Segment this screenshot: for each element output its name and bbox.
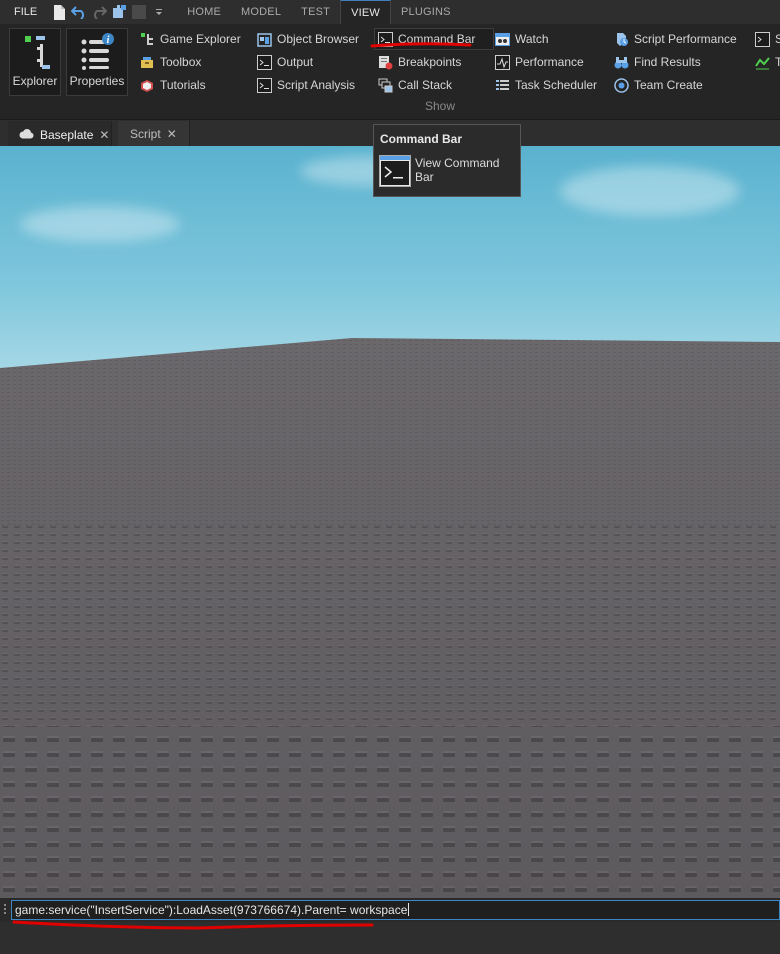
tab-model[interactable]: MODEL [231, 0, 291, 24]
command-bar-tooltip: Command Bar View Command Bar [373, 124, 521, 197]
text-caret [408, 903, 410, 916]
binoculars-icon [613, 54, 629, 70]
breakpoints-label: Breakpoints [398, 55, 462, 69]
explorer-label: Explorer [12, 74, 58, 88]
watch-label: Watch [515, 32, 549, 46]
svg-text:i: i [107, 35, 110, 46]
graph-line-icon [754, 54, 770, 70]
game-explorer-button[interactable]: Game Explorer [139, 29, 241, 49]
close-tab-icon[interactable]: ✕ [99, 128, 109, 142]
ribbon-group-label: Show [425, 99, 456, 113]
tab-test[interactable]: TEST [291, 0, 340, 24]
menu-bar: FILE HOME MODEL TEST VIEW PLUGINS [0, 0, 780, 24]
clipped-ribbon-button-1[interactable]: S [754, 29, 780, 49]
command-text: game:service("InsertService"):LoadAsset(… [15, 903, 408, 917]
toolbox-icon [139, 54, 155, 70]
clipped-ribbon-label-2: T [775, 55, 780, 69]
command-bar-input[interactable]: game:service("InsertService"):LoadAsset(… [11, 900, 780, 920]
script-performance-label: Script Performance [634, 32, 737, 46]
object-browser-label: Object Browser [277, 32, 360, 46]
3d-viewport[interactable] [0, 146, 780, 898]
drag-grip-icon[interactable] [4, 904, 7, 916]
tab-script[interactable]: Script ✕ [118, 121, 190, 146]
team-create-button[interactable]: Team Create [613, 75, 703, 95]
script-analysis-icon [256, 77, 272, 93]
stop-icon[interactable] [131, 4, 147, 20]
performance-button[interactable]: Performance [494, 52, 584, 72]
tab-plugins[interactable]: PLUGINS [391, 0, 461, 24]
clipped-ribbon-button-2[interactable]: T [754, 52, 780, 72]
find-results-label: Find Results [634, 55, 701, 69]
clipped-ribbon-label-1: S [775, 32, 780, 46]
command-bar-large-icon [379, 155, 411, 187]
command-bar-button[interactable]: Command Bar [374, 28, 495, 50]
performance-label: Performance [515, 55, 584, 69]
output-terminal-icon [256, 54, 272, 70]
tooltip-title: Command Bar [380, 132, 463, 146]
new-file-icon[interactable] [51, 4, 67, 20]
game-explorer-icon [139, 31, 155, 47]
tab-script-label: Script [130, 126, 161, 141]
properties-button[interactable]: i Properties [66, 28, 128, 96]
script-icon [754, 31, 770, 47]
breakpoints-button[interactable]: Breakpoints [377, 52, 461, 72]
close-tab-icon[interactable]: ✕ [167, 127, 177, 141]
command-bar-label: Command Bar [398, 32, 476, 46]
object-browser-button[interactable]: Object Browser [256, 29, 359, 49]
explorer-icon [16, 33, 54, 71]
toolbox-label: Toolbox [160, 55, 202, 69]
quick-access-toolbar [51, 4, 167, 20]
toolbox-button[interactable]: Toolbox [139, 52, 201, 72]
watch-icon [494, 31, 510, 47]
undo-icon[interactable] [71, 4, 87, 20]
task-scheduler-icon [494, 77, 510, 93]
call-stack-icon [377, 77, 393, 93]
call-stack-button[interactable]: Call Stack [377, 75, 452, 95]
file-menu[interactable]: FILE [0, 0, 51, 24]
breakpoints-icon [377, 54, 393, 70]
team-create-icon [613, 77, 629, 93]
command-bar-icon [377, 31, 393, 47]
properties-label: Properties [69, 74, 125, 88]
call-stack-label: Call Stack [398, 78, 453, 92]
team-create-label: Team Create [634, 78, 703, 92]
watch-button[interactable]: Watch [494, 29, 549, 49]
tutorials-label: Tutorials [160, 78, 206, 92]
find-results-button[interactable]: Find Results [613, 52, 701, 72]
explorer-button[interactable]: Explorer [9, 28, 61, 96]
task-scheduler-label: Task Scheduler [515, 78, 598, 92]
ribbon-view: Explorer i Properties Game Explorer Tool… [0, 24, 780, 120]
tab-baseplate[interactable]: Baseplate ✕ [8, 121, 112, 146]
bottom-area [0, 922, 780, 954]
script-performance-button[interactable]: Script Performance [613, 29, 737, 49]
script-performance-icon [613, 31, 629, 47]
tooltip-text: View Command Bar [415, 156, 500, 184]
task-scheduler-button[interactable]: Task Scheduler [494, 75, 597, 95]
output-label: Output [277, 55, 314, 69]
plugin-puzzle-icon[interactable] [111, 4, 127, 20]
tab-view[interactable]: VIEW [340, 0, 392, 24]
tab-baseplate-label: Baseplate [40, 127, 94, 142]
customize-dropdown-icon[interactable] [151, 4, 167, 20]
tutorials-button[interactable]: Tutorials [139, 75, 206, 95]
script-analysis-button[interactable]: Script Analysis [256, 75, 355, 95]
properties-icon: i [78, 33, 116, 71]
command-bar-panel: game:service("InsertService"):LoadAsset(… [0, 898, 780, 922]
game-explorer-label: Game Explorer [160, 32, 241, 46]
redo-icon[interactable] [91, 4, 108, 20]
output-button[interactable]: Output [256, 52, 313, 72]
baseplate-ground [0, 338, 780, 898]
performance-graph-icon [494, 54, 510, 70]
object-browser-icon [256, 31, 272, 47]
script-analysis-label: Script Analysis [277, 78, 356, 92]
tab-home[interactable]: HOME [177, 0, 231, 24]
cloud-icon [18, 128, 34, 142]
tutorials-book-icon [139, 77, 155, 93]
